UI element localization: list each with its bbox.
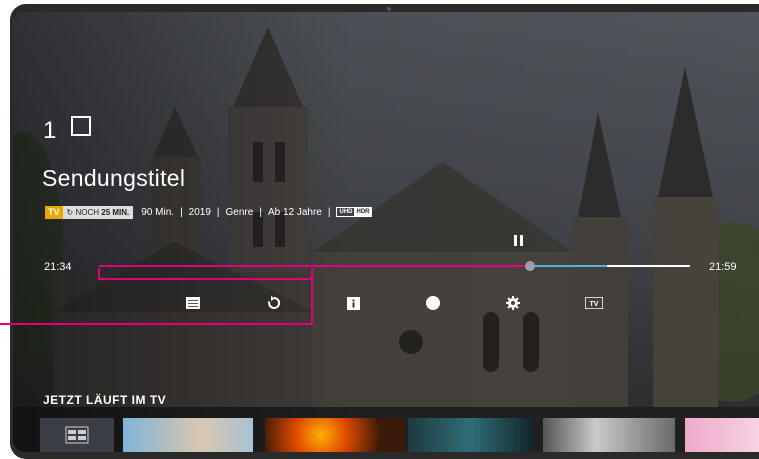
channel-logo-placeholder: [71, 116, 91, 136]
channel-thumbnail[interactable]: [265, 418, 405, 452]
tv-frame: 1 Sendungstitel TV ↻ NOCH 25 MIN. 90 Min…: [10, 4, 759, 459]
player-controls: TV: [13, 294, 759, 314]
tv-guide-icon: [65, 426, 89, 444]
channel-thumbnail[interactable]: [123, 418, 253, 452]
meta-separator: |: [259, 206, 262, 218]
pause-icon[interactable]: [513, 235, 524, 246]
tv-camera: [387, 7, 391, 11]
record-icon[interactable]: [424, 294, 442, 312]
list-icon[interactable]: [184, 294, 202, 312]
info-icon[interactable]: [344, 294, 362, 312]
end-time: 21:59: [709, 261, 737, 273]
meta-separator: |: [216, 206, 220, 218]
meta-duration: 90 Min.: [141, 206, 175, 218]
hdr-label: HDR: [354, 208, 372, 216]
remaining-prefix: NOCH: [75, 207, 100, 217]
program-title: Sendungstitel: [42, 165, 186, 191]
channel-number: 1: [43, 117, 57, 144]
progress-fill: [99, 265, 531, 267]
settings-icon[interactable]: [504, 294, 522, 312]
badge-remaining: ↻ NOCH 25 MIN.: [62, 205, 134, 219]
now-on-tv-heading: JETZT LÄUFT IM TV: [43, 393, 167, 407]
start-time: 21:34: [44, 261, 72, 273]
tv-guide-thumbnail[interactable]: [40, 418, 114, 452]
remaining-value: 25 MIN.: [101, 207, 130, 217]
meta-separator: |: [180, 206, 183, 218]
channel-thumbnail[interactable]: [408, 418, 533, 452]
overlay-shade: [13, 12, 759, 452]
tv-icon[interactable]: TV: [584, 294, 604, 312]
meta-year: 2019: [188, 206, 211, 218]
progress-buffer: [530, 265, 608, 267]
meta-age-rating: Ab 12 Jahre: [267, 206, 322, 218]
program-meta: TV ↻ NOCH 25 MIN. 90 Min. | 2019 | Genre…: [45, 205, 373, 219]
meta-genre: Genre: [225, 206, 254, 218]
uhd-label: UHD: [339, 209, 353, 215]
replay-icon[interactable]: [265, 294, 283, 312]
channel-thumbnail[interactable]: [685, 418, 759, 452]
meta-separator: |: [327, 206, 331, 218]
tv-screen: 1 Sendungstitel TV ↻ NOCH 25 MIN. 90 Min…: [13, 12, 759, 452]
badge-tv: TV: [45, 205, 63, 219]
channel-thumbnail[interactable]: [543, 418, 675, 452]
uhd-hdr-badge: UHD HDR: [336, 207, 373, 217]
replay-small-icon: ↻: [66, 207, 74, 217]
svg-text:TV: TV: [590, 301, 599, 308]
